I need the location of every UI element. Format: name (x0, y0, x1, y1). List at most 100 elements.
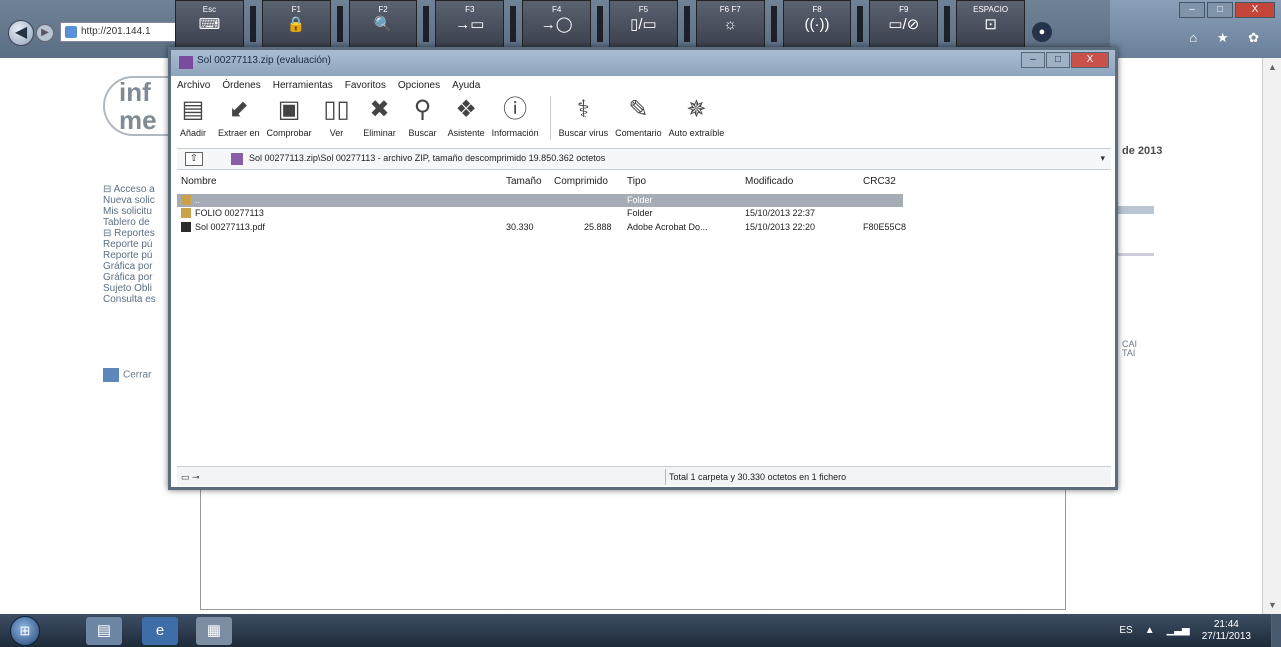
up-folder-button[interactable]: ⇧ (185, 152, 203, 166)
page-favicon-icon (65, 26, 77, 38)
start-button[interactable]: ⊞ (10, 616, 40, 646)
side-link[interactable]: Consulta es (103, 294, 175, 305)
table-row[interactable]: FOLIO 00277113 Folder 15/10/2013 22:37 (177, 207, 903, 220)
toolbar-button-delete[interactable]: ✖ Eliminar (362, 94, 398, 138)
winrar-minimize-button[interactable]: – (1021, 52, 1045, 68)
fn-key-label: F9 (899, 5, 909, 14)
fn-key-2: F2 🔍 (348, 0, 418, 48)
side-link[interactable]: Nueva solic (103, 195, 175, 206)
col-header-type[interactable]: Tipo (627, 176, 646, 187)
fn-key-8: F9▭/⊘Touchpad (869, 0, 939, 62)
toolbar-button-virus-scan[interactable]: ⚕ Buscar virus (559, 94, 609, 138)
logout-icon (103, 368, 119, 382)
scroll-up-icon[interactable]: ▲ (1268, 62, 1277, 72)
fn-separator (770, 6, 777, 42)
winrar-statusbar: ▭ ⊸ Total 1 carpeta y 30.330 octetos en … (177, 466, 1111, 486)
clock[interactable]: 21:44 27/11/2013 (1202, 619, 1251, 643)
toolbar-button-wizard[interactable]: ❖ Asistente (448, 94, 485, 138)
user-account-icon[interactable]: ● (1032, 22, 1052, 42)
winrar-title: Sol 00277113.zip (evaluación) (197, 55, 331, 66)
toolbar-button-test[interactable]: ▣ Comprobar (267, 94, 312, 138)
cell-modified: 15/10/2013 22:37 (745, 208, 816, 218)
col-header-packed[interactable]: Comprimido (554, 176, 608, 187)
col-header-size[interactable]: Tamaño (506, 176, 542, 187)
toolbar-button-info[interactable]: ⓘ Información (492, 94, 539, 138)
status-text: Total 1 carpeta y 30.330 octetos en 1 fi… (669, 472, 847, 482)
toolbar-label: Información (491, 128, 539, 138)
toolbar-button-view[interactable]: ▯▯ Ver (319, 94, 355, 138)
cell-name: FOLIO 00277113 (195, 208, 264, 218)
home-favorites-tools-icon[interactable]: ⌂ ★ ✿ (1189, 30, 1267, 46)
page-scrollbar[interactable]: ▲ ▼ (1262, 58, 1281, 614)
browser-window-controls: – □ X (1179, 2, 1275, 18)
cell-type: Folder (627, 208, 653, 218)
scroll-down-icon[interactable]: ▼ (1268, 600, 1277, 610)
taskbar-winrar-icon[interactable]: ▦ (196, 617, 232, 645)
table-row[interactable]: Sol 00277113.pdf 30.330 25.888 Adobe Acroba… (177, 221, 906, 234)
fn-key-label: ESPACIO (973, 5, 1009, 14)
status-icons: ▭ ⊸ (181, 472, 200, 482)
menu-item[interactable]: Ayuda (452, 80, 480, 91)
taskbar-ie-icon[interactable]: e (142, 617, 178, 645)
cell-name: .. (195, 195, 201, 205)
language-indicator[interactable]: ES (1119, 625, 1132, 636)
side-link[interactable]: Sujeto Obli (103, 283, 175, 294)
show-desktop-button[interactable] (1271, 614, 1281, 647)
maximize-button[interactable]: □ (1207, 2, 1233, 18)
winrar-close-button[interactable]: X (1071, 52, 1109, 68)
add-icon: ▤ (181, 96, 205, 123)
winrar-titlebar[interactable]: Sol 00277113.zip (evaluación) – □ X (171, 50, 1115, 76)
table-row[interactable]: .. Folder (177, 194, 903, 207)
fn-key-label: F1 (291, 5, 301, 14)
side-link[interactable]: Gráfica por (103, 261, 175, 272)
toolbar-button-add[interactable]: ▤ Añadir (175, 94, 211, 138)
tray-expand-icon[interactable]: ▲ (1145, 625, 1155, 636)
path-dropdown-icon[interactable]: ▾ (1100, 153, 1105, 164)
toolbar-button-find[interactable]: ⚲ Buscar (405, 94, 441, 138)
signal-icon[interactable]: ▁▃▅ (1167, 625, 1190, 636)
side-navigation: ⊟ Acceso a Nueva solic Mis solicitu Tablero… (103, 184, 175, 305)
address-bar[interactable]: http://201.144.1 (60, 22, 180, 42)
function-key-osd: Esc⌨F1🔒F2🔍F3→▭SuspenderF4→◯HibernarF5▯/▭… (175, 0, 1026, 62)
taskbar-explorer-icon[interactable]: ▤ (86, 617, 122, 645)
menu-item[interactable]: Favoritos (345, 80, 386, 91)
view-icon: ▯▯ (323, 96, 350, 123)
back-button[interactable]: ◀ (8, 20, 34, 46)
taskbar: ⊞ ▤ e ▦ ES ▲ ▁▃▅ 21:44 27/11/2013 (0, 614, 1281, 647)
side-link[interactable]: ⊟ Reportes (103, 228, 175, 239)
side-link[interactable]: Reporte pú (103, 239, 175, 250)
sfx-icon: ✵ (686, 96, 707, 123)
fn-separator (683, 6, 690, 42)
menu-item[interactable]: Órdenes (222, 80, 260, 91)
fn-key-icon: ⌨ (198, 16, 221, 33)
side-link[interactable]: Mis solicitu (103, 206, 175, 217)
col-header-name[interactable]: Nombre (181, 176, 217, 187)
folder-icon (181, 195, 191, 205)
status-divider (665, 469, 666, 485)
toolbar-separator (549, 96, 551, 140)
close-button[interactable]: X (1235, 2, 1275, 18)
col-header-crc32[interactable]: CRC32 (863, 176, 896, 187)
fn-key-1: F1 🔒 (261, 0, 331, 48)
toolbar-button-comment[interactable]: ✎ Comentario (615, 94, 662, 138)
winrar-app-icon (179, 56, 193, 69)
logout-link[interactable]: Cerrar (103, 368, 151, 382)
delete-icon: ✖ (369, 96, 390, 123)
right-caption: CAI TAI (1122, 339, 1138, 358)
virus-scan-icon: ⚕ (576, 96, 590, 123)
winrar-maximize-button[interactable]: □ (1046, 52, 1070, 68)
menu-item[interactable]: Archivo (177, 80, 210, 91)
forward-button[interactable]: ▶ (36, 24, 54, 42)
side-link[interactable]: Tablero de (103, 217, 175, 228)
menu-item[interactable]: Herramientas (273, 80, 333, 91)
toolbar-button-sfx[interactable]: ✵ Auto extraíble (669, 94, 725, 138)
side-link[interactable]: Gráfica por (103, 272, 175, 283)
minimize-button[interactable]: – (1179, 2, 1205, 18)
side-link[interactable]: ⊟ Acceso a (103, 184, 175, 195)
clock-time: 21:44 (1213, 618, 1239, 630)
wizard-icon: ❖ (455, 96, 477, 123)
side-link[interactable]: Reporte pú (103, 250, 175, 261)
col-header-modified[interactable]: Modificado (745, 176, 793, 187)
toolbar-button-extract[interactable]: ⬋ Extraer en (218, 94, 260, 138)
menu-item[interactable]: Opciones (398, 80, 440, 91)
